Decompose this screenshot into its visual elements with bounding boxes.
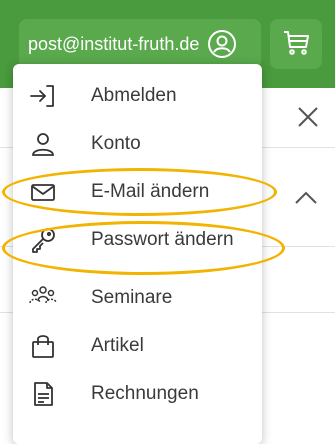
menu-item-label: Passwort ändern bbox=[91, 229, 234, 250]
menu-item-label: E-Mail ändern bbox=[91, 181, 210, 202]
user-circle-icon bbox=[207, 29, 237, 59]
logout-icon bbox=[29, 82, 57, 110]
group-icon bbox=[29, 284, 57, 312]
menu-item-rechnungen[interactable]: Rechnungen bbox=[13, 374, 262, 414]
menu-item-label: Abmelden bbox=[91, 85, 177, 106]
menu-item-passwort-aendern[interactable]: Passwort ändern bbox=[13, 220, 262, 260]
close-icon[interactable] bbox=[295, 104, 321, 135]
menu-item-email-aendern[interactable]: E-Mail ändern bbox=[13, 172, 262, 212]
menu-item-label: Konto bbox=[91, 133, 141, 154]
account-email: post@institut-fruth.de bbox=[28, 33, 200, 54]
user-icon bbox=[29, 130, 57, 158]
shopping-bag-icon bbox=[29, 332, 57, 360]
menu-item-abmelden[interactable]: Abmelden bbox=[13, 76, 262, 116]
account-dropdown-menu: Abmelden Konto E-Mail ändern Passwort än… bbox=[13, 64, 262, 444]
invoice-icon bbox=[29, 380, 57, 408]
account-button[interactable]: post@institut-fruth.de bbox=[19, 19, 261, 69]
menu-item-label: Artikel bbox=[91, 335, 144, 356]
menu-item-seminare[interactable]: Seminare bbox=[13, 278, 262, 318]
envelope-icon bbox=[29, 178, 57, 206]
menu-item-artikel[interactable]: Artikel bbox=[13, 326, 262, 366]
chevron-up-icon[interactable] bbox=[292, 188, 320, 213]
menu-item-label: Seminare bbox=[91, 287, 173, 308]
key-icon bbox=[29, 226, 57, 254]
menu-item-label: Rechnungen bbox=[91, 383, 199, 404]
shopping-cart-icon bbox=[281, 27, 311, 62]
menu-item-konto[interactable]: Konto bbox=[13, 124, 262, 164]
cart-button[interactable] bbox=[270, 19, 322, 69]
